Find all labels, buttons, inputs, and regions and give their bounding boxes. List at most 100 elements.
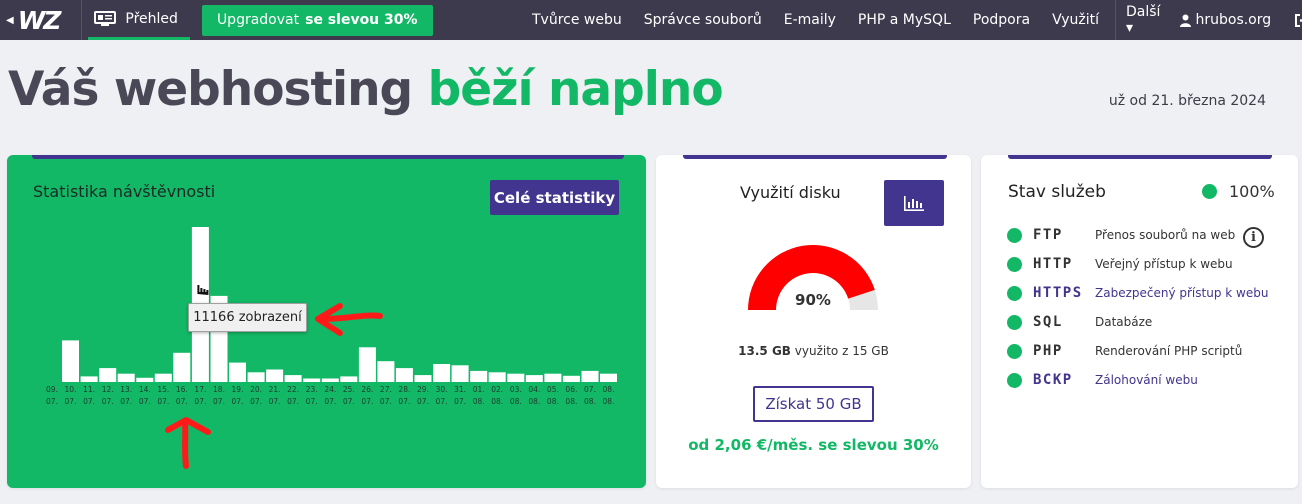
chart-x-tick-label: 07. [65, 397, 77, 406]
nav-overview-label: Přehled [125, 10, 178, 27]
chart-x-tick-label: 07. [306, 397, 318, 406]
info-icon[interactable]: i [1243, 227, 1264, 248]
chart-bar[interactable] [433, 364, 451, 382]
nav-more-dropdown[interactable]: Další ▾ [1116, 4, 1170, 36]
chart-bar[interactable] [581, 370, 599, 382]
chart-bar[interactable] [377, 361, 395, 382]
chart-x-tick-label: 08. [603, 397, 615, 406]
bar-chart-icon[interactable] [884, 180, 944, 226]
chart-x-tick-label: 15. [157, 385, 169, 394]
chart-x-tick-label: 06. [565, 385, 577, 394]
chart-x-tick-label: 25. [343, 385, 355, 394]
nav-link-web-builder[interactable]: Tvůrce webu [521, 12, 633, 28]
upgrade-discount: se slevou 30% [305, 12, 418, 28]
chart-x-tick-label: 07. [454, 397, 466, 406]
chart-x-tick-label: 18. [213, 385, 225, 394]
logout-icon[interactable] [1281, 13, 1302, 27]
chart-bar[interactable] [62, 340, 79, 382]
chart-bar[interactable] [117, 373, 135, 382]
nav-link-emails[interactable]: E-maily [773, 12, 847, 28]
chart-bar[interactable] [507, 373, 525, 382]
disk-upgrade-price[interactable]: od 2,06 €/měs. se slevou 30% [656, 436, 971, 454]
chart-x-tick-label: 07. [361, 397, 373, 406]
nav-link-usage[interactable]: Využití [1041, 12, 1110, 28]
chart-x-tick-label: 07. [232, 397, 244, 406]
monitor-icon [94, 10, 117, 26]
chart-x-tick-label: 11. [83, 385, 95, 394]
chart-x-tick-label: 23. [306, 385, 318, 394]
account-menu[interactable]: hrubos.org [1170, 12, 1281, 28]
chart-bar[interactable] [340, 376, 358, 382]
chart-x-tick-label: 04. [528, 385, 540, 394]
disk-usage-card: Využití disku 90% 13.5 GB využito z 15 G… [656, 155, 971, 488]
active-since: už od 21. března 2024 [1108, 93, 1266, 109]
chart-x-tick-label: 20. [250, 385, 262, 394]
service-row-bckp[interactable]: BCKP Zálohování webu [1007, 370, 1198, 390]
chart-bar[interactable] [488, 372, 506, 382]
chart-bar[interactable] [154, 373, 172, 382]
chart-bar[interactable] [562, 375, 580, 382]
chart-x-tick-label: 08. [528, 397, 540, 406]
service-code[interactable]: BCKP [1033, 372, 1095, 388]
chart-x-tick-label: 08. [565, 397, 577, 406]
chart-x-tick-label: 05. [547, 385, 559, 394]
status-dot-icon [1202, 184, 1217, 199]
status-dot-icon [1007, 256, 1022, 272]
chart-bar[interactable] [414, 375, 432, 382]
nav-link-file-manager[interactable]: Správce souborů [633, 12, 773, 28]
chart-bar[interactable] [451, 365, 469, 382]
card-accent-bar [32, 155, 624, 159]
chart-bar[interactable] [544, 373, 562, 382]
service-desc[interactable]: Zálohování webu [1095, 373, 1198, 387]
chart-x-tick-label: 07. [176, 397, 188, 406]
full-stats-button[interactable]: Celé statistiky [490, 180, 619, 215]
nav-link-php-mysql[interactable]: PHP a MySQL [847, 12, 962, 28]
chart-tooltip: 11166 zobrazení [188, 303, 307, 332]
services-title: Stav služeb [1008, 182, 1106, 202]
service-row-https[interactable]: HTTPS Zabezpečený přístup k webu [1007, 283, 1268, 303]
brand[interactable]: ◀ WZ [0, 0, 83, 40]
service-row-ftp: FTP Přenos souborů na web [1007, 225, 1235, 245]
get-more-space-button[interactable]: Získat 50 GB [753, 386, 874, 422]
chart-x-tick-label: 22. [287, 385, 299, 394]
chart-bar[interactable] [303, 378, 321, 383]
chart-x-tick-label: 07. [250, 397, 262, 406]
chart-x-tick-label: 10. [65, 385, 77, 394]
service-desc: Přenos souborů na web [1095, 228, 1236, 242]
logo[interactable]: WZ [18, 6, 62, 35]
chart-x-tick-label: 07. [436, 397, 448, 406]
traffic-bar-chart[interactable]: 09. 07. 10. 07. 11. 07. 12. 07. 13. 07. 14. 07. 15. 0… [7, 215, 646, 415]
chart-bar[interactable] [136, 377, 154, 382]
chart-bar[interactable] [284, 375, 302, 382]
nav-overview[interactable]: Přehled [88, 0, 190, 40]
chart-bar[interactable] [358, 347, 376, 382]
chart-x-tick-label: 16. [176, 385, 188, 394]
chart-x-tick-label: 14. [139, 385, 151, 394]
chart-bar[interactable] [80, 376, 98, 382]
chart-bar[interactable] [266, 369, 284, 383]
chart-x-tick-label: 08. [510, 397, 522, 406]
chart-bar[interactable] [173, 352, 191, 382]
chart-bar[interactable] [229, 362, 246, 382]
chart-x-tick-label: 02. [491, 385, 503, 394]
chart-bar[interactable] [247, 372, 265, 382]
service-desc[interactable]: Zabezpečený přístup k webu [1095, 286, 1268, 300]
chart-x-tick-label: 08. [491, 397, 503, 406]
chart-x-tick-label: 07. [157, 397, 169, 406]
chart-x-tick-label: 29. [417, 385, 429, 394]
chart-x-tick-label: 27. [380, 385, 392, 394]
upgrade-button[interactable]: Upgradovat se slevou 30% [201, 4, 433, 36]
chart-x-tick-label: 07. [139, 397, 151, 406]
services-status-value: 100% [1229, 182, 1275, 201]
nav-link-support[interactable]: Podpora [962, 12, 1041, 28]
chevron-left-icon[interactable]: ◀ [6, 15, 14, 26]
chart-bar[interactable] [395, 368, 413, 382]
stats-title: Statistika návštěvnosti [33, 182, 216, 201]
chart-bar[interactable] [600, 373, 617, 382]
chart-bar[interactable] [525, 375, 543, 382]
chart-bar[interactable] [99, 368, 117, 382]
chart-x-tick-label: 01. [473, 385, 485, 394]
chart-bar[interactable] [321, 378, 339, 383]
chart-bar[interactable] [470, 370, 488, 382]
service-code[interactable]: HTTPS [1033, 285, 1095, 301]
